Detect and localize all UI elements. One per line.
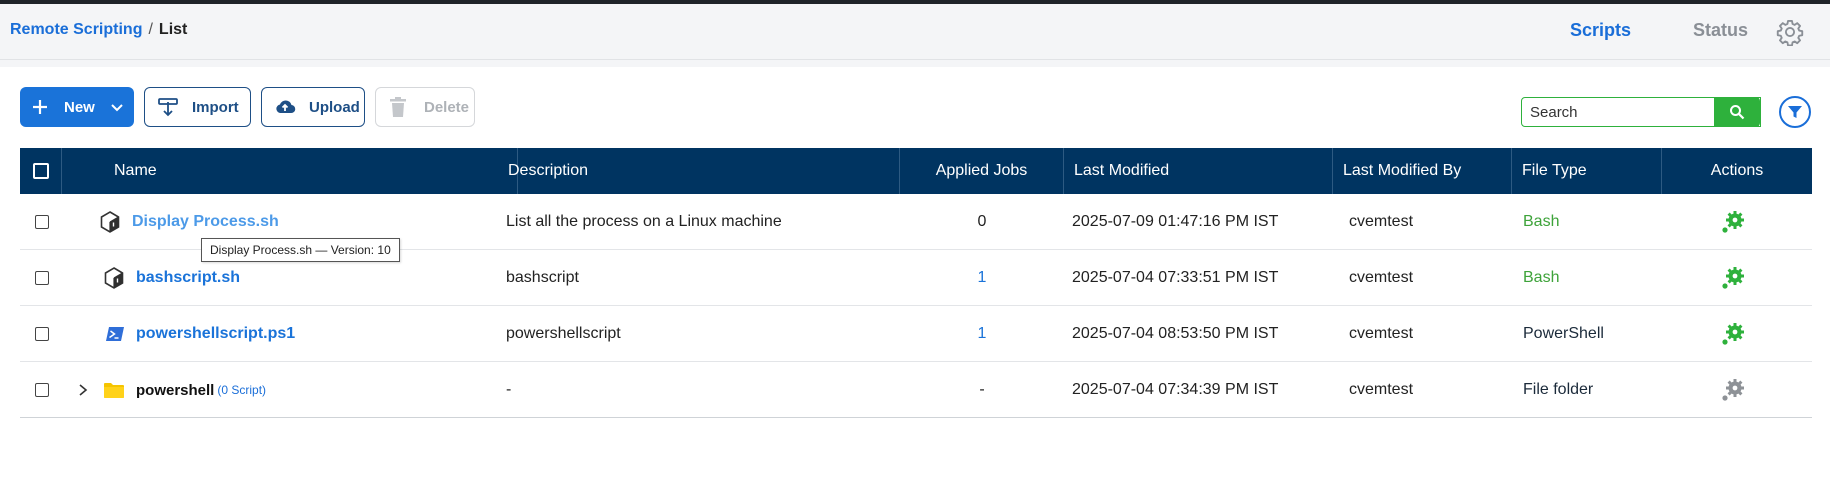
folder-icon (104, 383, 124, 398)
actions-gear-icon[interactable] (1720, 377, 1746, 403)
upload-button-label: Upload (309, 98, 360, 116)
folder-name[interactable]: powershell (136, 382, 214, 399)
new-button[interactable]: New (20, 87, 134, 127)
breadcrumb-remote-scripting[interactable]: Remote Scripting (10, 21, 142, 38)
import-button-label: Import (192, 98, 239, 116)
last-modified-cell: 2025-07-04 07:33:51 PM IST (1072, 269, 1279, 286)
table-row[interactable]: powershellscript.ps1 powershellscript 1 … (20, 306, 1812, 362)
script-name-link[interactable]: bashscript.sh (136, 269, 240, 287)
column-file-type-label: File Type (1522, 162, 1587, 179)
tab-status[interactable]: Status (1693, 20, 1748, 41)
modified-by-cell: cvemtest (1349, 381, 1414, 398)
scripts-table: Name Description Applied Jobs Last Modif… (20, 148, 1812, 418)
actions-gear-icon[interactable] (1720, 209, 1746, 235)
name-cell: powershell (0 Script) (76, 362, 266, 418)
row-select-cell (35, 306, 49, 362)
row-select-cell (35, 194, 49, 250)
breadcrumb-current: List (158, 21, 188, 38)
chevron-right-icon[interactable] (76, 383, 90, 397)
actions-cell (1720, 362, 1746, 418)
actions-cell (1720, 250, 1746, 306)
column-last-modified-by-label: Last Modified By (1343, 162, 1462, 179)
modified-by-cell: cvemtest (1349, 269, 1414, 286)
row-checkbox[interactable] (35, 215, 49, 229)
last-modified-cell: 2025-07-04 07:34:39 PM IST (1072, 381, 1279, 398)
description-cell: powershellscript (506, 325, 621, 342)
applied-jobs-cell: 0 (977, 213, 987, 230)
column-actions-label: Actions (1710, 162, 1764, 179)
applied-jobs-cell: - (979, 381, 985, 398)
header-band (0, 60, 1830, 67)
file-type-cell: Bash (1523, 213, 1560, 230)
row-select-cell (35, 250, 49, 306)
column-header-name[interactable]: Name (62, 148, 518, 194)
modified-by-cell: cvemtest (1349, 213, 1414, 230)
script-name-link[interactable]: powershellscript.ps1 (136, 325, 295, 343)
last-modified-cell: 2025-07-09 01:47:16 PM IST (1072, 213, 1279, 230)
name-cell: powershellscript.ps1 (105, 306, 295, 362)
row-select-cell (35, 362, 49, 418)
applied-jobs-cell: 1 (900, 306, 1064, 362)
filter-icon (1788, 106, 1802, 118)
script-name-link[interactable]: Display Process.sh (132, 213, 279, 231)
select-all-checkbox[interactable] (32, 163, 49, 179)
import-icon (158, 98, 178, 117)
breadcrumb: Remote Scripting / List (10, 21, 187, 39)
column-header-last-modified-by[interactable]: Last Modified By (1333, 148, 1512, 194)
tab-scripts[interactable]: Scripts (1570, 20, 1631, 41)
app-header: Remote Scripting / List Scripts Status (0, 4, 1830, 60)
row-checkbox[interactable] (35, 383, 49, 397)
bash-script-icon (100, 211, 120, 233)
import-button[interactable]: Import (144, 87, 251, 127)
column-header-file-type[interactable]: File Type (1512, 148, 1662, 194)
row-checkbox[interactable] (35, 271, 49, 285)
applied-jobs-cell: 1 (900, 250, 1064, 306)
file-type-cell: Bash (1523, 269, 1560, 286)
description-cell: - (506, 381, 512, 398)
file-type-cell: File folder (1523, 381, 1594, 398)
powershell-script-icon (106, 327, 124, 341)
trash-icon (390, 97, 406, 117)
description-cell: List all the process on a Linux machine (506, 213, 782, 230)
chevron-down-icon[interactable] (109, 99, 125, 115)
search-button[interactable] (1714, 97, 1760, 127)
table-row[interactable]: powershell (0 Script) - - 2025-07-04 07:… (20, 362, 1812, 418)
applied-jobs-link[interactable]: 1 (978, 269, 987, 287)
column-header-last-modified[interactable]: Last Modified (1064, 148, 1333, 194)
version-tooltip: Display Process.sh — Version: 10 (201, 238, 400, 262)
applied-jobs-link[interactable]: 1 (978, 325, 987, 343)
last-modified-cell: 2025-07-04 08:53:50 PM IST (1072, 325, 1279, 342)
table-header: Name Description Applied Jobs Last Modif… (20, 148, 1812, 194)
row-checkbox[interactable] (35, 327, 49, 341)
description-cell: bashscript (506, 269, 579, 286)
actions-cell (1720, 306, 1746, 362)
modified-by-cell: cvemtest (1349, 325, 1414, 342)
settings-gear-icon[interactable] (1776, 18, 1804, 46)
bash-script-icon (104, 267, 124, 289)
delete-button[interactable]: Delete (375, 87, 475, 127)
cloud-upload-icon (276, 100, 296, 114)
actions-gear-icon[interactable] (1720, 321, 1746, 347)
folder-script-count: (0 Script) (217, 383, 267, 397)
upload-button[interactable]: Upload (261, 87, 365, 127)
new-button-label: New (64, 98, 95, 116)
filter-button[interactable] (1779, 96, 1811, 128)
column-applied-jobs-label: Applied Jobs (935, 162, 1028, 179)
plus-icon (33, 100, 47, 114)
delete-button-label: Delete (424, 98, 470, 116)
file-type-cell: PowerShell (1523, 325, 1604, 342)
breadcrumb-separator: / (148, 21, 153, 38)
search-icon (1730, 105, 1745, 120)
column-header-description[interactable]: Description (498, 148, 900, 194)
column-description-label: Description (508, 162, 589, 179)
column-name-label: Name (114, 162, 157, 179)
column-header-actions: Actions (1662, 148, 1812, 194)
column-last-modified-label: Last Modified (1074, 162, 1170, 179)
actions-gear-icon[interactable] (1720, 265, 1746, 291)
header-select-cell (20, 148, 62, 194)
actions-cell (1720, 194, 1746, 250)
column-header-applied-jobs[interactable]: Applied Jobs (900, 148, 1064, 194)
